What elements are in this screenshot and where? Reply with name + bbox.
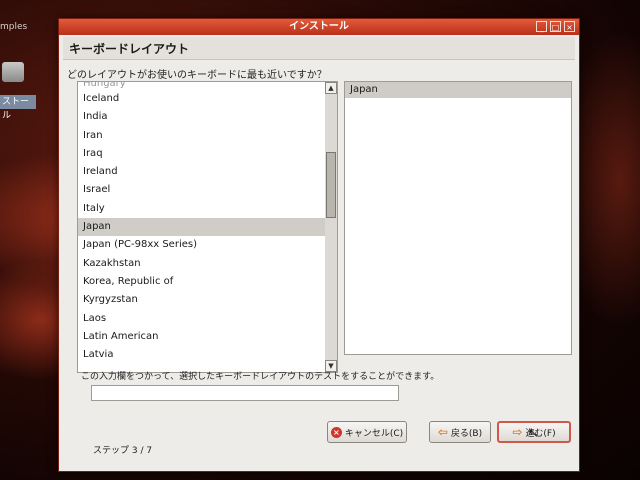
back-button-label: 戻る(B) [450,428,483,439]
list-item[interactable]: Hungary [78,82,326,90]
list-item[interactable]: Iran [78,127,326,145]
installer-icon[interactable] [2,62,24,82]
cancel-button[interactable]: × キャンセル(C) [327,421,407,443]
list-item[interactable]: Laos [78,310,326,328]
list-item[interactable]: Iceland [78,90,326,108]
keyboard-test-input[interactable] [91,385,399,401]
window-title: インストール [289,21,349,32]
desktop-install-label[interactable]: ストール [0,95,36,121]
variant-item-selected[interactable]: Japan [345,82,571,98]
list-item[interactable]: Kyrgyzstan [78,291,326,309]
list-item[interactable]: Italy [78,200,326,218]
keyboard-layout-list[interactable]: Hungary Iceland India Iran Iraq Ireland … [77,81,327,373]
desktop: mples ストール インストール _ □ × キーボードレイアウト どのレイア… [0,0,640,480]
scroll-up-icon[interactable]: ▲ [325,82,337,94]
list-item[interactable]: Israel [78,181,326,199]
cancel-button-label: キャンセル(C) [344,428,404,439]
step-indicator: ステップ 3 / 7 [93,446,153,456]
maximize-icon[interactable]: □ [550,21,561,32]
window-titlebar[interactable]: インストール _ □ × [59,19,579,35]
page-title: キーボードレイアウト [69,42,190,56]
list-item[interactable]: Korea, Republic of [78,273,326,291]
layout-question: どのレイアウトがお使いのキーボードに最も近いですか？ [67,70,327,81]
scroll-thumb[interactable] [326,152,336,218]
back-arrow-icon: ⇦ [437,425,448,439]
window-controls: _ □ × [536,21,575,32]
list-item-selected[interactable]: Japan [78,218,326,237]
test-field-label: この入力欄をつかって、選択したキーボードレイアウトのテストをすることができます。 [81,372,440,382]
cancel-icon: × [330,426,342,438]
installer-window: インストール _ □ × キーボードレイアウト どのレイアウトがお使いのキーボー… [58,18,580,472]
list-item[interactable]: Iraq [78,145,326,163]
list-item[interactable]: Ireland [78,163,326,181]
forward-arrow-icon: ⇨ [512,425,523,439]
layout-list-scrollbar[interactable]: ▲ ▼ [325,81,338,373]
back-button[interactable]: ⇦ 戻る(B) [429,421,491,443]
list-item[interactable]: Kazakhstan [78,255,326,273]
close-icon[interactable]: × [564,21,575,32]
mouse-cursor-icon: ↖ [528,426,539,441]
keyboard-variant-list[interactable]: Japan [344,81,572,355]
list-item[interactable]: India [78,108,326,126]
desktop-folder-label: mples [0,22,28,32]
list-item[interactable]: Latin American [78,328,326,346]
page-header: キーボードレイアウト [63,37,575,60]
list-item[interactable]: Latvia [78,346,326,364]
minimize-icon[interactable]: _ [536,21,547,32]
list-item[interactable]: Japan (PC-98xx Series) [78,236,326,254]
